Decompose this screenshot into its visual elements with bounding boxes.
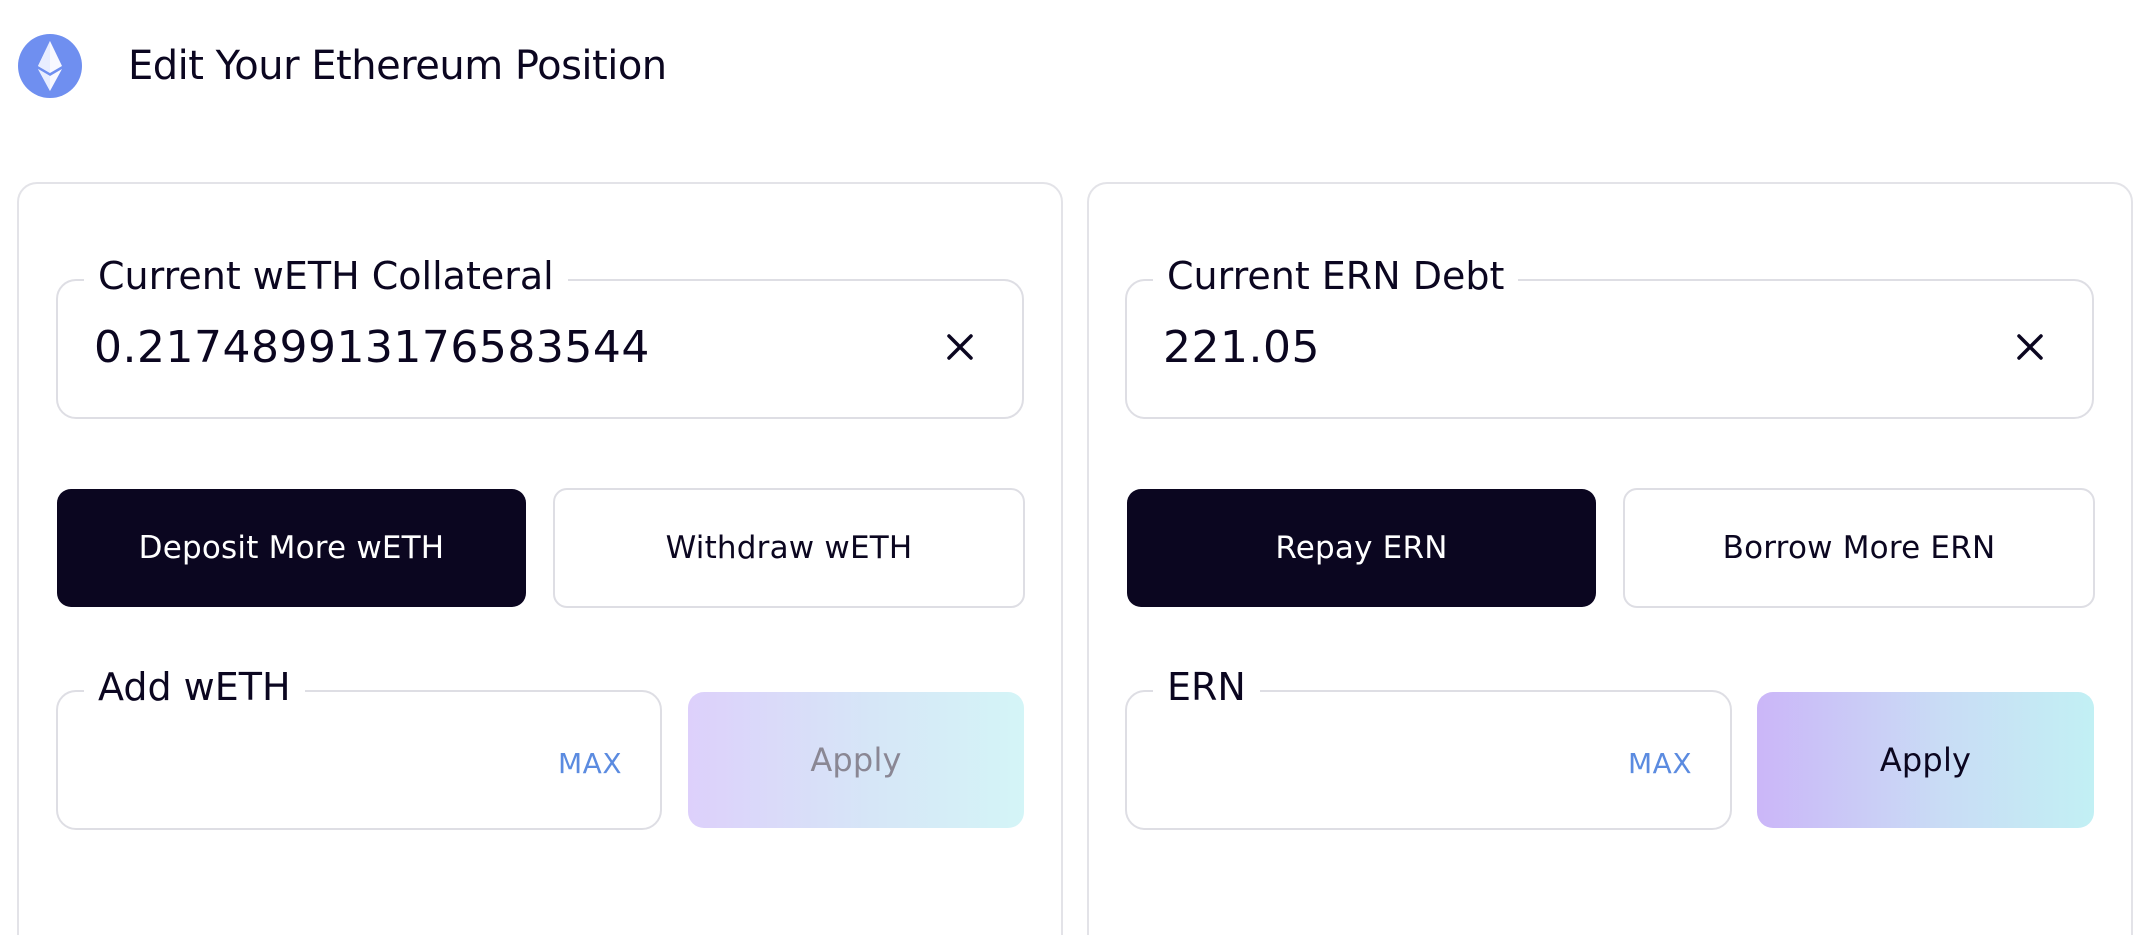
ern-amount-input[interactable]: ERN MAX [1125, 662, 1732, 830]
ern-amount-label: ERN [1153, 662, 1260, 712]
add-weth-label: Add wETH [84, 662, 305, 712]
add-weth-input[interactable]: Add wETH MAX [56, 662, 662, 830]
debt-value: 221.05 [1163, 322, 1320, 373]
page-title: Edit Your Ethereum Position [128, 43, 667, 89]
deposit-more-weth-button[interactable]: Deposit More wETH [57, 489, 526, 607]
max-button[interactable]: MAX [558, 744, 622, 784]
collateral-field-label: Current wETH Collateral [84, 251, 568, 301]
ethereum-icon [18, 34, 82, 98]
apply-debt-button[interactable]: Apply [1757, 692, 2094, 828]
clear-debt-icon[interactable] [2010, 327, 2050, 367]
withdraw-weth-button[interactable]: Withdraw wETH [553, 488, 1025, 608]
debt-field-label: Current ERN Debt [1153, 251, 1519, 301]
collateral-field[interactable]: Current wETH Collateral 0.21748991317658… [56, 251, 1024, 419]
debt-field[interactable]: Current ERN Debt 221.05 [1125, 251, 2094, 419]
clear-collateral-icon[interactable] [940, 327, 980, 367]
borrow-more-ern-button[interactable]: Borrow More ERN [1623, 488, 2095, 608]
page: Edit Your Ethereum Position Current wETH… [0, 0, 2144, 935]
apply-collateral-button[interactable]: Apply [688, 692, 1024, 828]
repay-ern-button[interactable]: Repay ERN [1127, 489, 1596, 607]
max-button[interactable]: MAX [1628, 744, 1692, 784]
header: Edit Your Ethereum Position [18, 34, 667, 98]
collateral-value: 0.217489913176583544 [94, 322, 650, 373]
debt-card: Current ERN Debt 221.05 Repay ERN Borrow… [1087, 182, 2133, 935]
collateral-card: Current wETH Collateral 0.21748991317658… [17, 182, 1063, 935]
